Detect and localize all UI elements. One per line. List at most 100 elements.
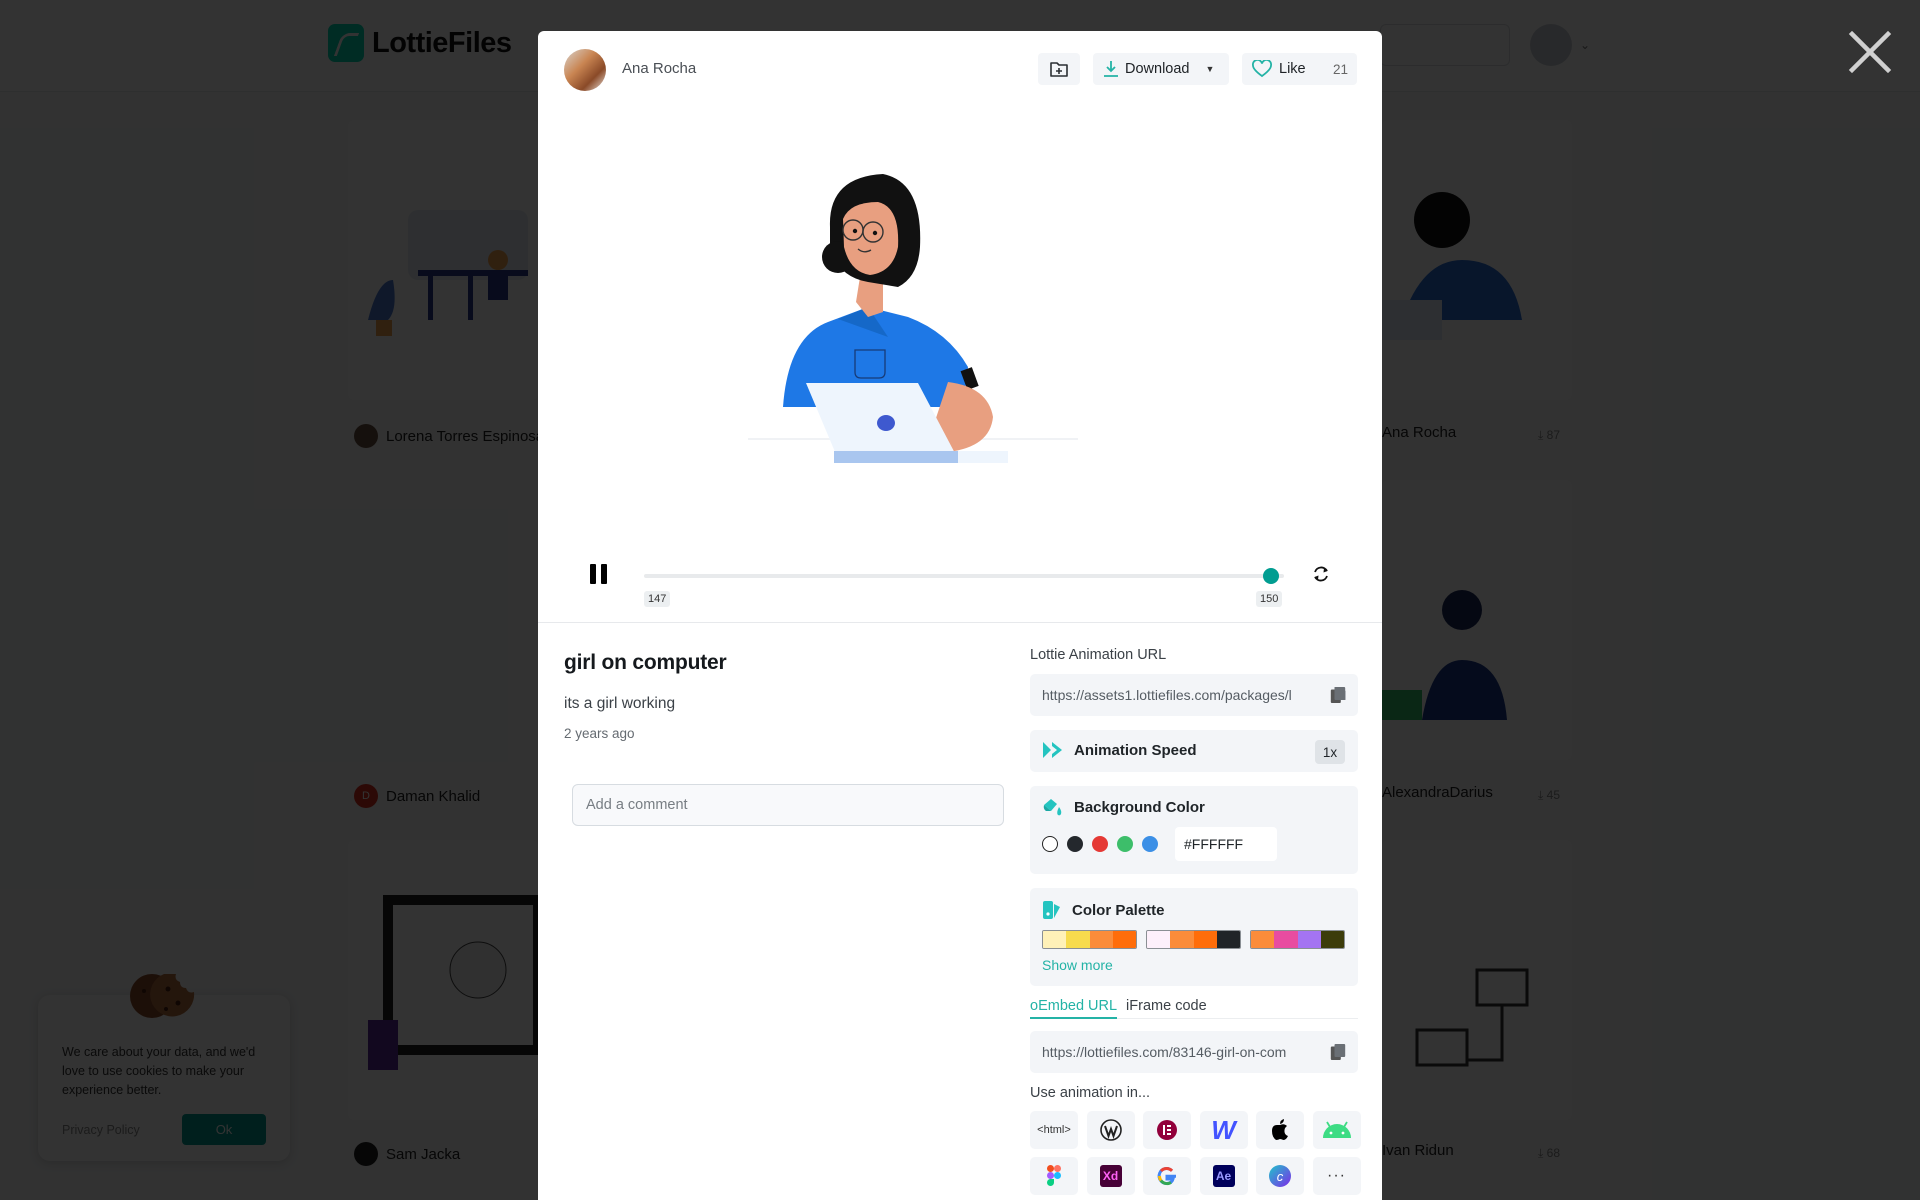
palette-list xyxy=(1042,930,1346,949)
embed-url-field[interactable]: https://lottiefiles.com/83146-girl-on-co… xyxy=(1030,1031,1358,1073)
palette-color xyxy=(1251,931,1275,948)
palette-color xyxy=(1112,931,1136,948)
caret-down-icon: ▼ xyxy=(1205,64,1215,74)
close-icon[interactable] xyxy=(1848,30,1892,74)
pause-icon xyxy=(590,564,596,584)
google-integration-button[interactable] xyxy=(1143,1157,1191,1195)
pause-button[interactable] xyxy=(590,564,608,584)
html-icon: <html> xyxy=(1037,1124,1071,1136)
lottie-url-label: Lottie Animation URL xyxy=(1030,647,1167,663)
total-frames-label: 150 xyxy=(1256,591,1283,607)
modal-header: Ana Rocha Download ▼ Like 21 xyxy=(538,31,1382,107)
canva-icon: c xyxy=(1269,1165,1291,1187)
background-color-label: Background Color xyxy=(1074,798,1205,816)
like-button[interactable]: Like 21 xyxy=(1242,53,1357,85)
current-frame-label: 147 xyxy=(644,591,671,607)
webflow-integration-button[interactable]: W xyxy=(1199,1111,1248,1149)
palette-color xyxy=(1066,931,1090,948)
canva-integration-button[interactable]: c xyxy=(1256,1157,1304,1195)
author-name[interactable]: Ana Rocha xyxy=(622,60,696,77)
background-color-panel: Background Color xyxy=(1030,786,1358,874)
folder-plus-icon xyxy=(1050,62,1068,77)
color-palette-option[interactable] xyxy=(1042,930,1137,949)
lottie-url-field[interactable]: https://assets1.lottiefiles.com/packages… xyxy=(1030,674,1358,716)
fast-forward-icon xyxy=(1043,742,1062,758)
adobe-xd-icon: Xd xyxy=(1099,1165,1122,1187)
palette-color xyxy=(1216,931,1240,948)
apple-icon xyxy=(1272,1119,1288,1140)
like-count: 21 xyxy=(1332,61,1348,77)
author-avatar[interactable] xyxy=(564,49,606,91)
embed-tabs: oEmbed URL iFrame code xyxy=(1030,998,1358,1019)
wordpress-integration-button[interactable] xyxy=(1086,1111,1135,1149)
save-to-folder-button[interactable] xyxy=(1038,53,1080,85)
download-button[interactable]: Download ▼ xyxy=(1093,53,1229,85)
more-icon: ··· xyxy=(1327,1167,1346,1184)
palette-color xyxy=(1043,931,1067,948)
section-divider xyxy=(538,622,1382,623)
pause-icon-bar xyxy=(601,564,607,584)
elementor-integration-button[interactable] xyxy=(1143,1111,1191,1149)
color-palette-option[interactable] xyxy=(1250,930,1345,949)
color-swatch-white[interactable] xyxy=(1042,836,1058,852)
after-effects-integration-button[interactable]: Ae xyxy=(1199,1157,1248,1195)
android-integration-button[interactable] xyxy=(1312,1111,1361,1149)
download-icon xyxy=(1104,61,1118,77)
html-integration-button[interactable]: <html> xyxy=(1030,1111,1078,1149)
webflow-icon: W xyxy=(1211,1114,1236,1145)
animation-options: Lottie Animation URL https://assets1.lot… xyxy=(1030,647,1361,1195)
android-icon xyxy=(1322,1121,1351,1138)
seek-slider[interactable] xyxy=(644,568,1284,584)
after-effects-icon: Ae xyxy=(1212,1165,1235,1187)
palette-color xyxy=(1297,931,1321,948)
download-label: Download xyxy=(1125,61,1190,77)
color-swatch-green[interactable] xyxy=(1117,836,1133,852)
apple-integration-button[interactable] xyxy=(1256,1111,1304,1149)
player-controls: 147 150 xyxy=(538,551,1382,621)
color-swatch-red[interactable] xyxy=(1092,836,1108,852)
loop-icon[interactable] xyxy=(1310,563,1332,585)
color-swatch-blue[interactable] xyxy=(1142,836,1158,852)
lottie-url-value: https://assets1.lottiefiles.com/packages… xyxy=(1042,687,1292,703)
posted-time: 2 years ago xyxy=(564,726,635,741)
embed-url-value: https://lottiefiles.com/83146-girl-on-co… xyxy=(1042,1044,1287,1060)
use-animation-label: Use animation in... xyxy=(1030,1085,1151,1101)
background-color-hex-input[interactable] xyxy=(1175,827,1277,861)
copy-icon[interactable] xyxy=(1330,1043,1346,1061)
color-swatch-black[interactable] xyxy=(1067,836,1083,852)
like-label: Like xyxy=(1279,61,1306,77)
palette-color xyxy=(1089,931,1113,948)
animation-speed-panel[interactable]: Animation Speed 1x xyxy=(1030,730,1358,772)
comment-input[interactable] xyxy=(572,784,1004,826)
copy-icon[interactable] xyxy=(1330,686,1346,704)
animation-detail-modal: Ana Rocha Download ▼ Like 21 147 150 gir… xyxy=(538,31,1382,1200)
animation-description: its a girl working xyxy=(564,695,676,712)
animation-info: girl on computer its a girl working 2 ye… xyxy=(564,651,1004,741)
wordpress-icon xyxy=(1099,1119,1122,1141)
palette-color xyxy=(1147,931,1171,948)
palette-color xyxy=(1274,931,1298,948)
figma-integration-button[interactable] xyxy=(1030,1157,1078,1195)
girl-on-computer-animation xyxy=(748,174,1078,463)
animation-preview[interactable] xyxy=(538,107,1382,487)
tab-oembed-url[interactable]: oEmbed URL xyxy=(1030,998,1118,1019)
seek-handle[interactable] xyxy=(1263,568,1280,584)
integration-grid: <html> W Xd Ae c ··· xyxy=(1030,1111,1361,1195)
more-integrations-button[interactable]: ··· xyxy=(1312,1157,1361,1195)
animation-speed-label: Animation Speed xyxy=(1074,741,1197,759)
palette-icon xyxy=(1043,901,1060,919)
color-palette-option[interactable] xyxy=(1146,930,1241,949)
show-more-link[interactable]: Show more xyxy=(1042,957,1113,973)
paint-bucket-icon xyxy=(1043,799,1062,816)
adobe-xd-integration-button[interactable]: Xd xyxy=(1086,1157,1135,1195)
speed-value-button[interactable]: 1x xyxy=(1315,740,1345,764)
palette-color xyxy=(1320,931,1344,948)
heart-icon xyxy=(1252,60,1272,78)
elementor-icon xyxy=(1157,1120,1177,1140)
animation-title: girl on computer xyxy=(564,651,727,674)
palette-color xyxy=(1193,931,1217,948)
color-palette-label: Color Palette xyxy=(1072,901,1165,919)
tab-iframe-code[interactable]: iFrame code xyxy=(1126,998,1207,1019)
color-palette-panel: Color Palette Show more xyxy=(1030,888,1358,986)
figma-icon xyxy=(1047,1165,1061,1186)
